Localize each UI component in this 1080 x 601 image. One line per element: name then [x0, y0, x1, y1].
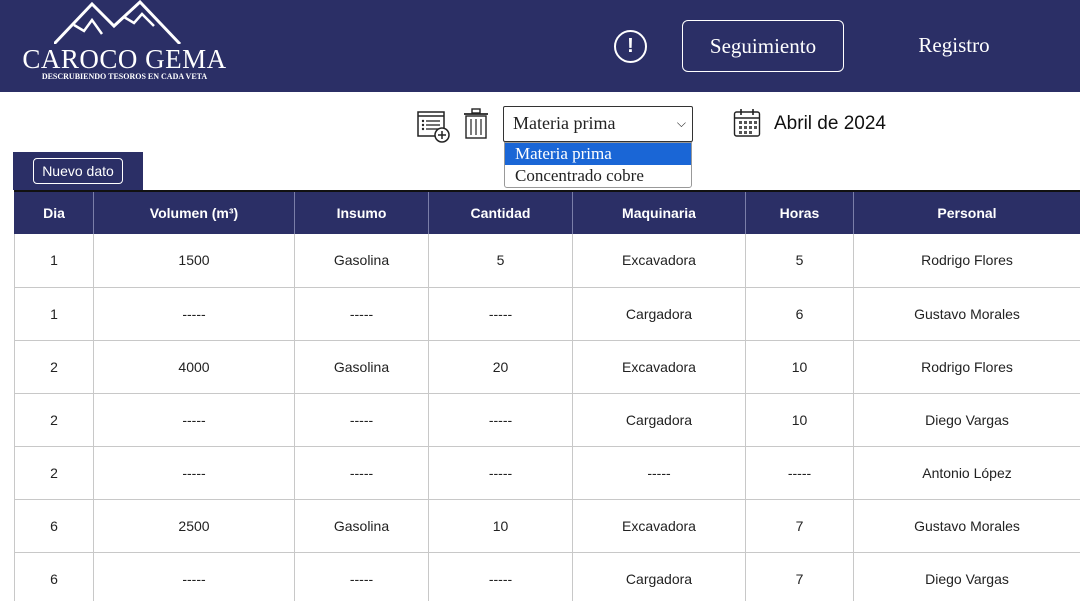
cell-maquinaria: Cargadora: [572, 552, 746, 601]
brand-name: CAROCO GEMA: [22, 44, 227, 74]
table-header-row: Dia Volumen (m³) Insumo Cantidad Maquina…: [14, 190, 1080, 234]
cell-volumen: 4000: [93, 340, 295, 394]
table-row[interactable]: 1 ----- ----- ----- Cargadora 6 Gustavo …: [14, 287, 1080, 341]
cell-cantidad: -----: [428, 446, 573, 500]
seguimiento-button[interactable]: Seguimiento: [682, 20, 844, 72]
cell-insumo: Gasolina: [294, 499, 429, 553]
product-select-value: Materia prima: [513, 113, 616, 133]
cell-dia: 1: [14, 234, 94, 288]
cell-maquinaria: Excavadora: [572, 499, 746, 553]
brand-logo[interactable]: CAROCO GEMA DESCRUBIENDO TESOROS EN CADA…: [12, 0, 237, 90]
cell-cantidad: 10: [428, 499, 573, 553]
table-tab: Nuevo dato: [13, 152, 143, 190]
cell-personal: Rodrigo Flores: [853, 340, 1080, 394]
cell-cantidad: -----: [428, 393, 573, 447]
cell-personal: Diego Vargas: [853, 393, 1080, 447]
cell-personal: Gustavo Morales: [853, 287, 1080, 341]
cell-insumo: -----: [294, 393, 429, 447]
period-label: Abril de 2024: [774, 113, 886, 134]
top-header: CAROCO GEMA DESCRUBIENDO TESOROS EN CADA…: [0, 0, 1080, 92]
cell-dia: 2: [14, 340, 94, 394]
cell-volumen: 1500: [93, 234, 295, 288]
chevron-down-icon: ⌵: [676, 116, 686, 130]
cell-horas: 10: [745, 393, 854, 447]
cell-cantidad: -----: [428, 552, 573, 601]
cell-dia: 6: [14, 499, 94, 553]
table-row[interactable]: 2 ----- ----- ----- ----- ----- Antonio …: [14, 446, 1080, 500]
production-table: Dia Volumen (m³) Insumo Cantidad Maquina…: [14, 190, 1080, 601]
header-insumo[interactable]: Insumo: [294, 190, 429, 234]
table-row[interactable]: 6 ----- ----- ----- Cargadora 7 Diego Va…: [14, 552, 1080, 601]
cell-cantidad: 20: [428, 340, 573, 394]
cell-insumo: Gasolina: [294, 234, 429, 288]
nuevo-dato-button[interactable]: Nuevo dato: [33, 158, 123, 184]
registro-button[interactable]: Registro: [890, 20, 1018, 72]
header-cantidad[interactable]: Cantidad: [428, 190, 573, 234]
cell-dia: 2: [14, 446, 94, 500]
cell-maquinaria: Cargadora: [572, 287, 746, 341]
cell-horas: -----: [745, 446, 854, 500]
cell-maquinaria: -----: [572, 446, 746, 500]
cell-dia: 6: [14, 552, 94, 601]
cell-maquinaria: Cargadora: [572, 393, 746, 447]
cell-dia: 2: [14, 393, 94, 447]
cell-personal: Antonio López: [853, 446, 1080, 500]
cell-dia: 1: [14, 287, 94, 341]
cell-personal: Rodrigo Flores: [853, 234, 1080, 288]
cell-horas: 5: [745, 234, 854, 288]
cell-cantidad: -----: [428, 287, 573, 341]
product-select[interactable]: Materia prima ⌵: [503, 106, 693, 142]
cell-insumo: Gasolina: [294, 340, 429, 394]
header-personal[interactable]: Personal: [853, 190, 1080, 234]
cell-volumen: -----: [93, 446, 295, 500]
dropdown-option-materia-prima[interactable]: Materia prima: [505, 143, 691, 165]
cell-horas: 10: [745, 340, 854, 394]
alert-icon[interactable]: !: [614, 30, 647, 63]
cell-insumo: -----: [294, 287, 429, 341]
cell-insumo: -----: [294, 446, 429, 500]
table-row[interactable]: 1 1500 Gasolina 5 Excavadora 5 Rodrigo F…: [14, 234, 1080, 288]
cell-volumen: 2500: [93, 499, 295, 553]
cell-maquinaria: Excavadora: [572, 234, 746, 288]
table-row[interactable]: 6 2500 Gasolina 10 Excavadora 7 Gustavo …: [14, 499, 1080, 553]
cell-horas: 7: [745, 552, 854, 601]
header-maquinaria[interactable]: Maquinaria: [572, 190, 746, 234]
cell-volumen: -----: [93, 393, 295, 447]
add-list-icon[interactable]: [416, 110, 452, 144]
cell-personal: Gustavo Morales: [853, 499, 1080, 553]
cell-cantidad: 5: [428, 234, 573, 288]
dropdown-option-concentrado-cobre[interactable]: Concentrado cobre: [505, 165, 691, 187]
calendar-icon[interactable]: [733, 108, 761, 138]
cell-volumen: -----: [93, 552, 295, 601]
header-volumen[interactable]: Volumen (m³): [93, 190, 295, 234]
cell-insumo: -----: [294, 552, 429, 601]
table-row[interactable]: 2 4000 Gasolina 20 Excavadora 10 Rodrigo…: [14, 340, 1080, 394]
mountain-logo-icon: [54, 0, 182, 44]
header-horas[interactable]: Horas: [745, 190, 854, 234]
header-dia[interactable]: Dia: [14, 190, 94, 234]
trash-icon[interactable]: [463, 108, 489, 140]
cell-maquinaria: Excavadora: [572, 340, 746, 394]
product-dropdown-list: Materia prima Concentrado cobre: [504, 142, 692, 188]
cell-horas: 7: [745, 499, 854, 553]
brand-tagline: DESCRUBIENDO TESOROS EN CADA VETA: [41, 72, 208, 81]
table-row[interactable]: 2 ----- ----- ----- Cargadora 10 Diego V…: [14, 393, 1080, 447]
cell-horas: 6: [745, 287, 854, 341]
cell-volumen: -----: [93, 287, 295, 341]
cell-personal: Diego Vargas: [853, 552, 1080, 601]
